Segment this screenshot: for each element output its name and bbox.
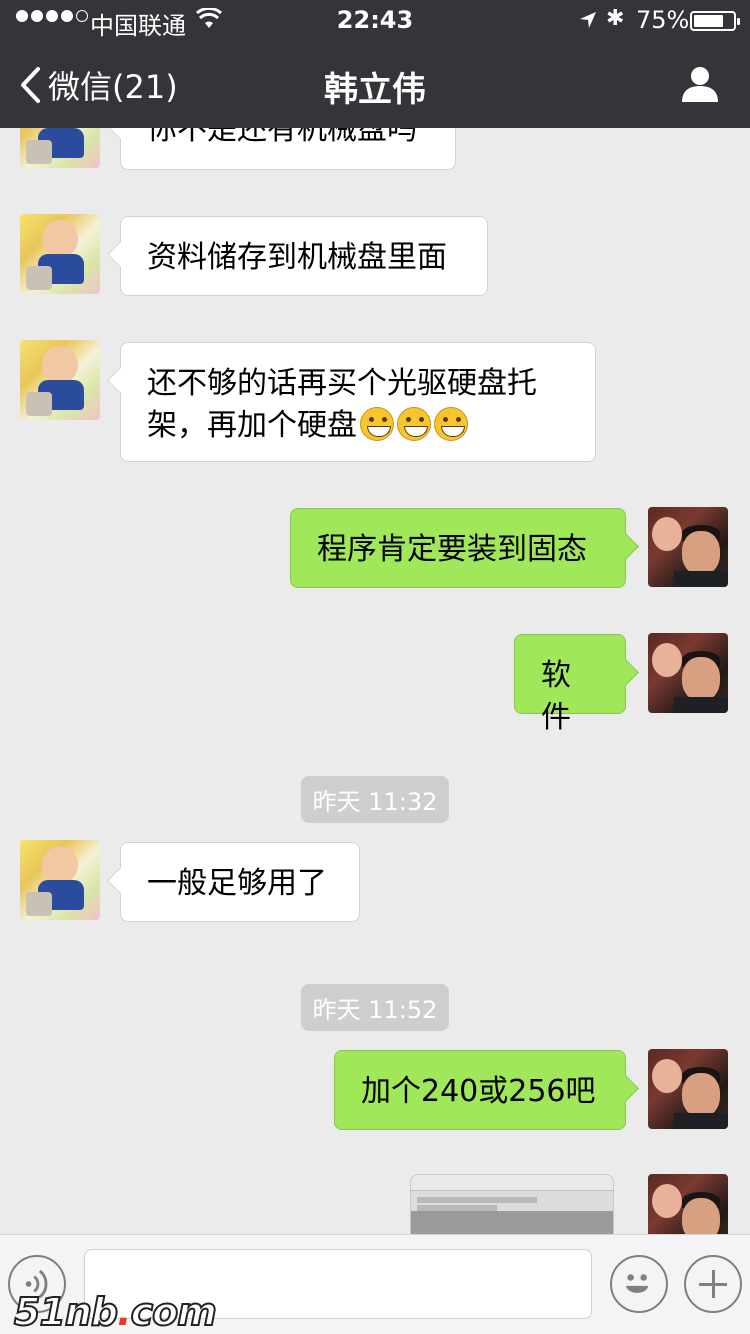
bluetooth-icon: ✱	[606, 6, 625, 31]
message-text: 你不是还有机械盘吗	[147, 128, 417, 147]
message-text: 程序肯定要装到固态	[317, 532, 587, 567]
image-message-thumbnail[interactable]	[410, 1174, 614, 1234]
grin-emoji-icon	[397, 407, 431, 441]
contact-avatar[interactable]	[20, 340, 100, 420]
chat-area[interactable]: 你不是还有机械盘吗 资料储存到机械盘里面 还不够的话再买个光驱硬盘托 架，再加个…	[0, 128, 750, 1234]
message-text-line-2: 架，再加个硬盘	[147, 405, 569, 447]
grin-emoji-icon	[360, 407, 394, 441]
my-avatar[interactable]	[648, 633, 728, 713]
timestamp: 昨天 11:32	[0, 776, 750, 823]
message-bubble-incoming[interactable]: 还不够的话再买个光驱硬盘托 架，再加个硬盘	[120, 342, 596, 462]
grin-emoji-icon	[434, 407, 468, 441]
my-avatar[interactable]	[648, 1049, 728, 1129]
emoji-button[interactable]	[610, 1255, 668, 1313]
battery-percentage: 75%	[636, 6, 690, 34]
battery-icon	[690, 11, 740, 31]
message-bubble-incoming[interactable]: 一般足够用了	[120, 842, 360, 922]
message-bubble-outgoing[interactable]: 加个240或256吧	[334, 1050, 626, 1130]
message-bubble-incoming[interactable]: 你不是还有机械盘吗	[120, 128, 456, 170]
contact-avatar[interactable]	[20, 128, 100, 168]
message-text: 一般足够用了	[147, 866, 327, 901]
contact-avatar[interactable]	[20, 840, 100, 920]
message-bubble-incoming[interactable]: 资料储存到机械盘里面	[120, 216, 488, 296]
user-profile-icon[interactable]	[680, 64, 720, 104]
page-title: 韩立伟	[324, 70, 426, 110]
my-avatar[interactable]	[648, 507, 728, 587]
my-avatar[interactable]	[648, 1174, 728, 1234]
message-text: 资料储存到机械盘里面	[147, 240, 447, 275]
contact-avatar[interactable]	[20, 214, 100, 294]
message-bubble-outgoing[interactable]: 软件	[514, 634, 626, 735]
top-bar: 中国联通 22:43 ✱ 75% 微信(21) 韩立伟	[0, 0, 750, 128]
status-bar: 中国联通 22:43 ✱ 75%	[0, 0, 750, 40]
message-text: 加个240或256吧	[361, 1074, 596, 1109]
timestamp: 昨天 11:52	[0, 984, 750, 1031]
message-text-line-1: 还不够的话再买个光驱硬盘托	[147, 366, 537, 401]
plus-button[interactable]	[684, 1255, 742, 1313]
location-arrow-icon	[580, 12, 596, 28]
message-bubble-outgoing[interactable]: 程序肯定要装到固态	[290, 508, 626, 588]
site-watermark: 51nb.com	[13, 1289, 218, 1334]
emoji-icon	[625, 1274, 649, 1293]
message-text: 软件	[541, 658, 571, 735]
